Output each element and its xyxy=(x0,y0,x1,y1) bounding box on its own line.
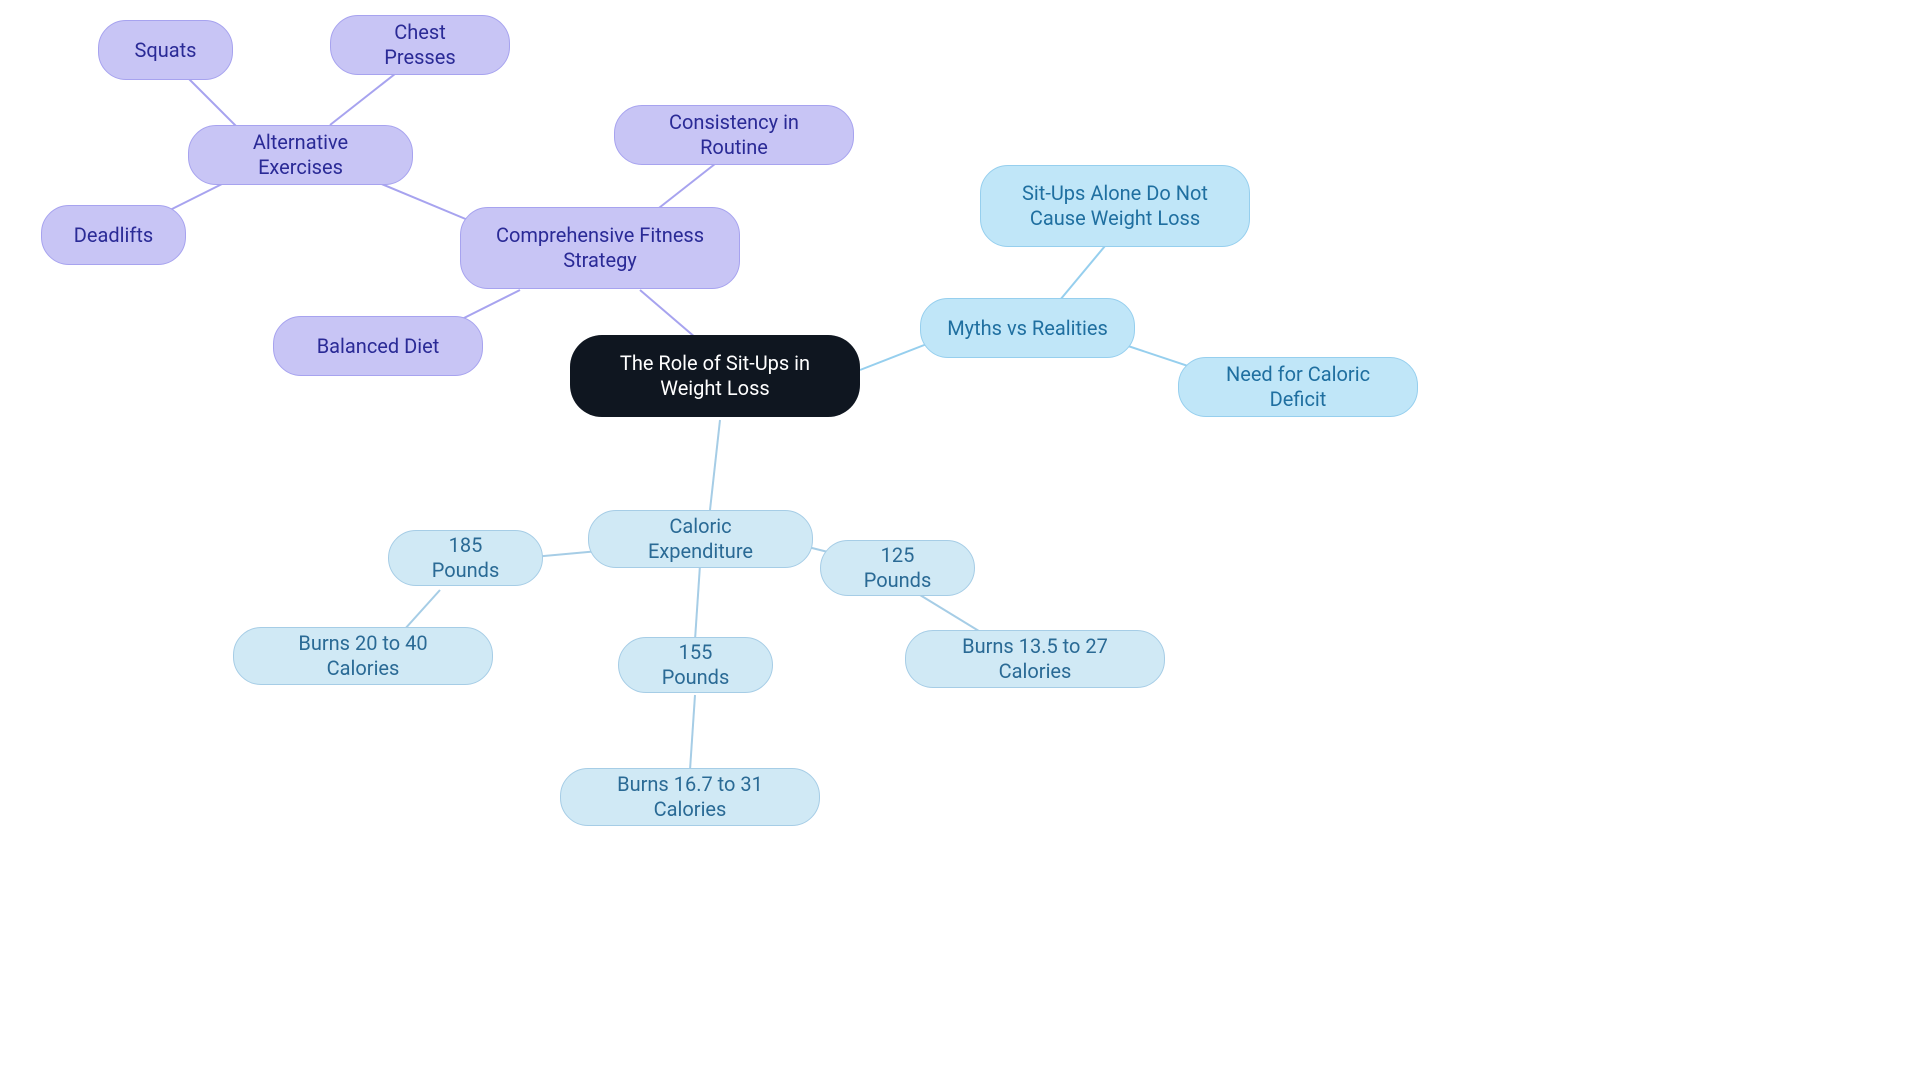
node-diet[interactable]: Balanced Diet xyxy=(273,316,483,376)
label-185: 185 Pounds xyxy=(415,533,516,583)
label-caloric: Caloric Expenditure xyxy=(615,514,786,564)
label-alt-exercises: Alternative Exercises xyxy=(215,130,386,180)
label-125: 125 Pounds xyxy=(847,543,948,593)
label-myths: Myths vs Realities xyxy=(947,316,1108,341)
node-185[interactable]: 185 Pounds xyxy=(388,530,543,586)
node-strategy[interactable]: Comprehensive Fitness Strategy xyxy=(460,207,740,289)
node-myths[interactable]: Myths vs Realities xyxy=(920,298,1135,358)
label-situps-alone: Sit-Ups Alone Do Not Cause Weight Loss xyxy=(1007,181,1223,231)
node-deadlifts[interactable]: Deadlifts xyxy=(41,205,186,265)
node-155[interactable]: 155 Pounds xyxy=(618,637,773,693)
node-125-burn[interactable]: Burns 13.5 to 27 Calories xyxy=(905,630,1165,688)
label-consistency: Consistency in Routine xyxy=(641,110,827,160)
node-155-burn[interactable]: Burns 16.7 to 31 Calories xyxy=(560,768,820,826)
node-185-burn[interactable]: Burns 20 to 40 Calories xyxy=(233,627,493,685)
label-deficit: Need for Caloric Deficit xyxy=(1205,362,1391,412)
node-125[interactable]: 125 Pounds xyxy=(820,540,975,596)
label-125-burn: Burns 13.5 to 27 Calories xyxy=(932,634,1138,684)
node-situps-alone[interactable]: Sit-Ups Alone Do Not Cause Weight Loss xyxy=(980,165,1250,247)
node-deficit[interactable]: Need for Caloric Deficit xyxy=(1178,357,1418,417)
label-chest: Chest Presses xyxy=(357,20,483,70)
mindmap-canvas: The Role of Sit-Ups in Weight Loss Compr… xyxy=(0,0,1920,1083)
label-155: 155 Pounds xyxy=(645,640,746,690)
root-label: The Role of Sit-Ups in Weight Loss xyxy=(596,351,834,401)
label-185-burn: Burns 20 to 40 Calories xyxy=(260,631,466,681)
label-diet: Balanced Diet xyxy=(317,334,440,359)
root-node[interactable]: The Role of Sit-Ups in Weight Loss xyxy=(570,335,860,417)
node-consistency[interactable]: Consistency in Routine xyxy=(614,105,854,165)
label-strategy: Comprehensive Fitness Strategy xyxy=(487,223,713,273)
node-chest[interactable]: Chest Presses xyxy=(330,15,510,75)
label-155-burn: Burns 16.7 to 31 Calories xyxy=(587,772,793,822)
label-deadlifts: Deadlifts xyxy=(74,223,153,248)
node-squats[interactable]: Squats xyxy=(98,20,233,80)
label-squats: Squats xyxy=(134,38,196,63)
node-caloric[interactable]: Caloric Expenditure xyxy=(588,510,813,568)
node-alt-exercises[interactable]: Alternative Exercises xyxy=(188,125,413,185)
